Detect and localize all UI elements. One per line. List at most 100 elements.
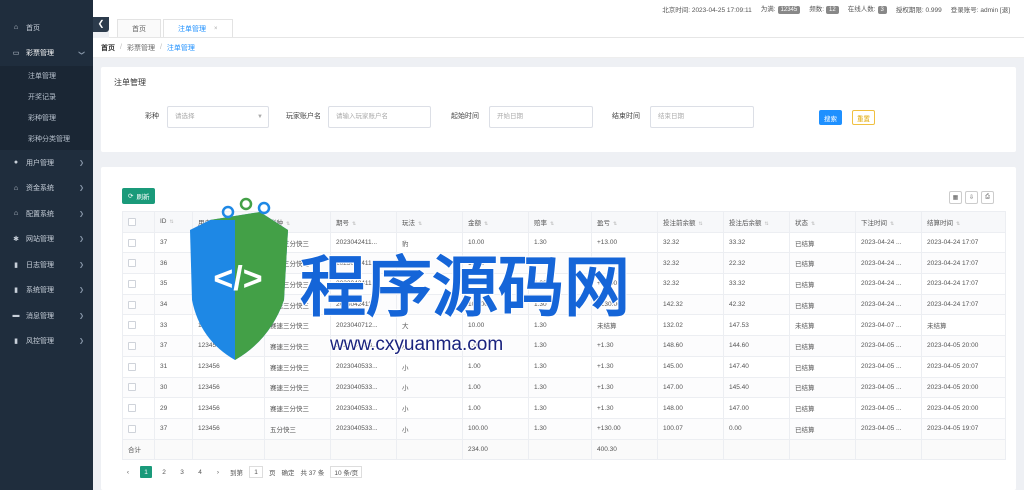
- sort-icon[interactable]: ⇅: [811, 221, 815, 227]
- sort-icon[interactable]: ⇅: [418, 221, 422, 227]
- row-checkbox[interactable]: [128, 238, 136, 247]
- refresh-button[interactable]: ⟳ 刷新: [122, 188, 156, 204]
- column-header[interactable]: 赔率 ⇅: [528, 211, 592, 233]
- column-header[interactable]: 盈亏 ⇅: [591, 211, 658, 233]
- sidebar-item-7[interactable]: ▮ 系统管理 ❯: [0, 278, 93, 304]
- row-checkbox[interactable]: [128, 300, 136, 309]
- sort-icon[interactable]: ⇅: [890, 221, 894, 227]
- breadcrumb-home[interactable]: 首页: [101, 43, 115, 53]
- sort-icon[interactable]: ⇅: [956, 221, 960, 227]
- table-row[interactable]: 37 123456 赛速三分快三 2023042411... 豹 10.00 1.30 +13…: [122, 231, 1006, 254]
- row-checkbox-cell[interactable]: [122, 335, 155, 357]
- sidebar-subitem-3[interactable]: 彩种分类管理: [0, 129, 93, 150]
- goto-page-input[interactable]: 1: [249, 466, 263, 478]
- table-cell: 已结算: [789, 355, 856, 378]
- page-4[interactable]: 4: [194, 466, 206, 478]
- column-header[interactable]: 玩法 ⇅: [396, 211, 463, 233]
- column-header[interactable]: 用户 ⇅: [192, 211, 265, 233]
- print-icon[interactable]: ⎙: [981, 191, 994, 204]
- row-checkbox[interactable]: [128, 362, 136, 371]
- sidebar-item-2[interactable]: ● 用户管理 ❯: [0, 150, 93, 176]
- sidebar-item-1[interactable]: ▭ 彩票管理 ❯: [0, 41, 93, 67]
- row-checkbox-cell[interactable]: [122, 252, 155, 275]
- table-row[interactable]: 36 123456 赛速三分快三 2023042411... 单 10.00 1.30 -10…: [122, 252, 1006, 275]
- row-checkbox[interactable]: [128, 424, 136, 433]
- table-row[interactable]: 29 123456 赛速三分快三 2023040533... 小 1.00 1.30 +1.3…: [122, 397, 1006, 419]
- end-date-input[interactable]: 结束日期: [650, 106, 754, 128]
- sort-icon[interactable]: ⇅: [214, 221, 218, 227]
- export-icon[interactable]: ⇩: [965, 191, 978, 204]
- goto-confirm-button[interactable]: 确定: [282, 467, 295, 477]
- next-page-icon[interactable]: ›: [212, 466, 224, 478]
- columns-icon[interactable]: ▦: [949, 191, 962, 204]
- page-3[interactable]: 3: [176, 466, 188, 478]
- total-cell: [264, 438, 331, 461]
- sidebar-item-0[interactable]: ⌂ 首页: [0, 15, 93, 41]
- select-all-checkbox[interactable]: [128, 217, 136, 226]
- row-checkbox[interactable]: [128, 321, 136, 330]
- row-checkbox[interactable]: [128, 279, 136, 288]
- search-button[interactable]: 搜索: [819, 110, 842, 125]
- column-header[interactable]: 投注后余额 ⇅: [723, 211, 790, 233]
- column-header[interactable]: 彩种 ⇅: [264, 211, 331, 233]
- sort-icon[interactable]: ⇅: [484, 221, 488, 227]
- lottery-select[interactable]: 请选择 ▼: [167, 106, 269, 128]
- table-row[interactable]: 37 123456 赛速三分快三 2023040533... 小 1.00 1.30 +1.3…: [122, 335, 1006, 357]
- table-cell: 10.00: [462, 314, 529, 337]
- column-header[interactable]: 状态 ⇅: [789, 211, 856, 233]
- table-row[interactable]: 33 123456 赛速三分快三 2023040712... 大 10.00 1.30 未结算…: [122, 314, 1006, 337]
- sort-icon[interactable]: ⇅: [765, 221, 769, 227]
- prev-page-icon[interactable]: ‹: [122, 466, 134, 478]
- player-account-input[interactable]: 请输入玩家账户名: [328, 106, 431, 128]
- close-icon[interactable]: ×: [214, 26, 218, 32]
- sidebar-item-6[interactable]: ▮ 日志管理 ❯: [0, 252, 93, 278]
- sidebar-subitem-1[interactable]: 开奖记录: [0, 87, 93, 108]
- column-header[interactable]: 期号 ⇅: [330, 211, 397, 233]
- page-1[interactable]: 1: [140, 466, 152, 478]
- table-row[interactable]: 37 123456 五分快三 2023040533... 小 100.00 1.30 +130…: [122, 417, 1006, 440]
- row-checkbox-cell[interactable]: [122, 355, 155, 378]
- column-header[interactable]: 投注前余额 ⇅: [657, 211, 724, 233]
- column-header[interactable]: ID ⇅: [154, 211, 193, 233]
- sidebar-item-8[interactable]: ▬ 消息管理 ❯: [0, 303, 93, 329]
- column-header[interactable]: 下注时间 ⇅: [855, 211, 922, 233]
- sidebar-item-4[interactable]: ⌂ 配置系统 ❯: [0, 201, 93, 227]
- row-checkbox-cell[interactable]: [122, 376, 155, 399]
- breadcrumb-lottery[interactable]: 彩票管理: [127, 43, 155, 53]
- row-checkbox-cell[interactable]: [122, 397, 155, 419]
- sidebar-item-9[interactable]: ▮ 风控管理 ❯: [0, 329, 93, 355]
- table-row[interactable]: 34 123456 赛速三分快三 2023042411... 大 100.00 1.30 +1…: [122, 293, 1006, 316]
- table-row[interactable]: 30 123456 赛速三分快三 2023040533... 小 1.00 1.30 +1.3…: [122, 376, 1006, 399]
- page-size-select[interactable]: 10 条/页: [330, 466, 363, 478]
- page-2[interactable]: 2: [158, 466, 170, 478]
- sidebar-item-5[interactable]: ✱ 网站管理 ❯: [0, 227, 93, 253]
- row-checkbox-cell[interactable]: [122, 314, 155, 337]
- table-cell: 123456: [192, 231, 265, 254]
- row-checkbox[interactable]: [128, 259, 136, 268]
- tab-home[interactable]: 首页: [117, 19, 161, 37]
- reset-button[interactable]: 重置: [852, 110, 875, 125]
- sort-icon[interactable]: ⇅: [699, 221, 703, 227]
- row-checkbox[interactable]: [128, 341, 136, 350]
- sort-icon[interactable]: ⇅: [286, 221, 290, 227]
- table-row[interactable]: 31 123456 赛速三分快三 2023040533... 小 1.00 1.30 +1.3…: [122, 355, 1006, 378]
- table-cell: 2023-04-05 ...: [855, 335, 922, 357]
- row-checkbox-cell[interactable]: [122, 273, 155, 295]
- sidebar-subitem-0[interactable]: 注单管理: [0, 66, 93, 87]
- sort-icon[interactable]: ⇅: [613, 221, 617, 227]
- column-header[interactable]: 结算时间 ⇅: [921, 211, 1006, 233]
- row-checkbox-cell[interactable]: [122, 231, 155, 254]
- sort-icon[interactable]: ⇅: [352, 221, 356, 227]
- sidebar-item-3[interactable]: ⌂ 资金系统 ❯: [0, 176, 93, 202]
- sort-icon[interactable]: ⇅: [550, 221, 554, 227]
- row-checkbox[interactable]: [128, 404, 136, 413]
- sidebar-subitem-2[interactable]: 彩种管理: [0, 108, 93, 129]
- sort-icon[interactable]: ⇅: [170, 219, 174, 225]
- table-row[interactable]: 35 123456 赛速三分快三 2023042411... 大 10.00 1.30 +13…: [122, 273, 1006, 295]
- tab-bet-orders[interactable]: 注单管理 ×: [163, 19, 233, 37]
- row-checkbox[interactable]: [128, 383, 136, 392]
- row-checkbox-cell[interactable]: [122, 293, 155, 316]
- column-header[interactable]: 金额 ⇅: [462, 211, 529, 233]
- row-checkbox-cell[interactable]: [122, 417, 155, 440]
- start-date-input[interactable]: 开始日期: [489, 106, 593, 128]
